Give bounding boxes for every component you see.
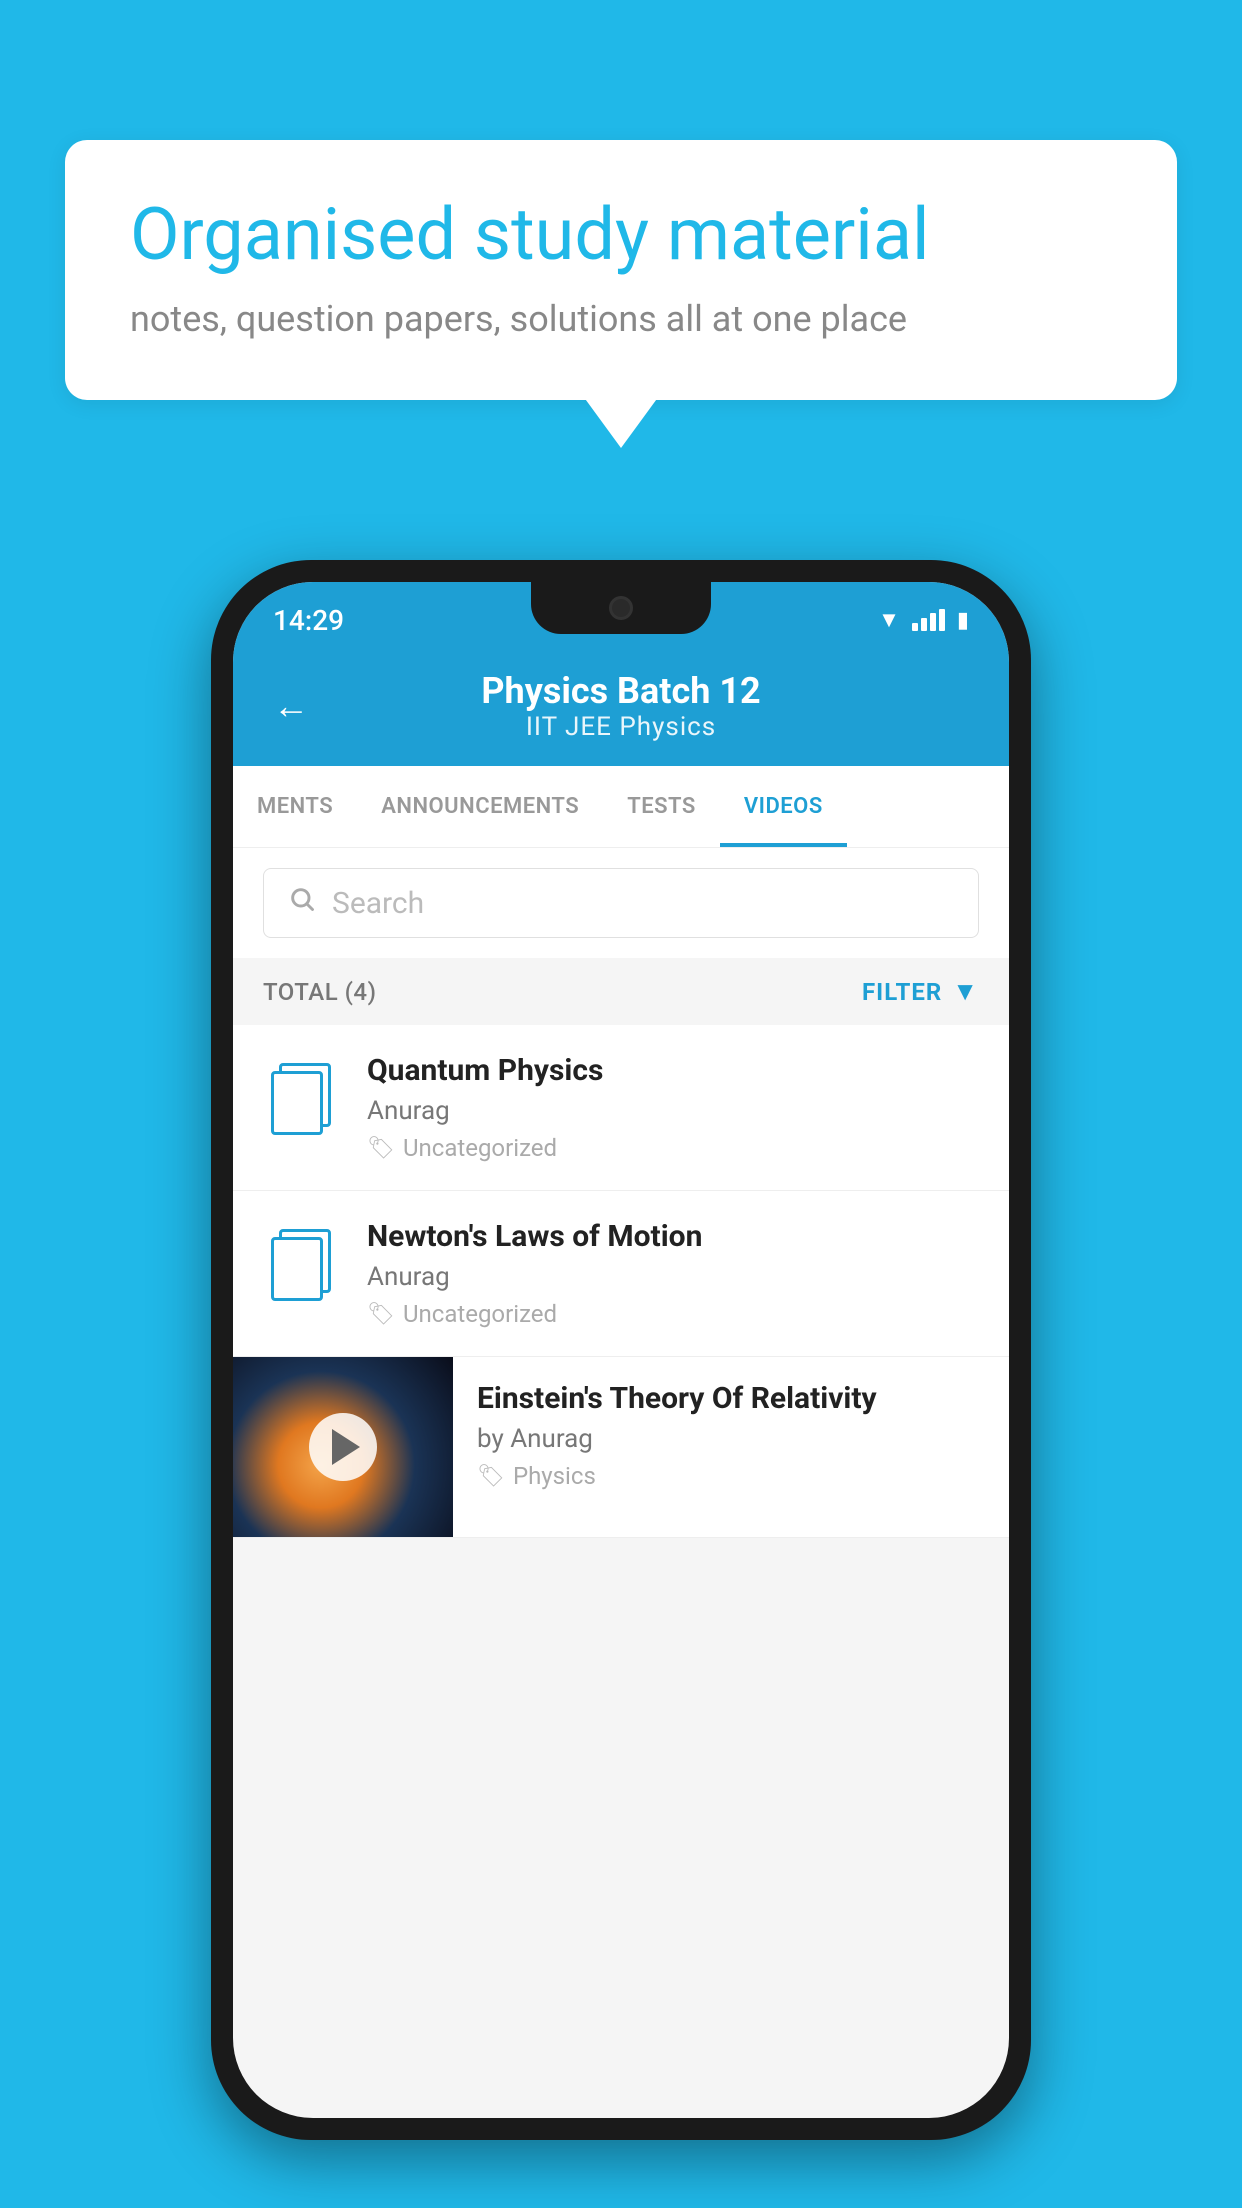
search-placeholder: Search — [332, 886, 424, 921]
content-list: Quantum Physics Anurag 🏷 Uncategorized — [233, 1025, 1009, 1538]
tag-icon: 🏷 — [477, 1464, 505, 1489]
tab-videos[interactable]: VIDEOS — [720, 766, 847, 847]
bubble-title: Organised study material — [130, 195, 1112, 274]
list-item[interactable]: Quantum Physics Anurag 🏷 Uncategorized — [233, 1025, 1009, 1191]
header-title: Physics Batch 12 — [339, 670, 903, 712]
tag-icon: 🏷 — [367, 1136, 395, 1161]
item-title: Newton's Laws of Motion — [367, 1219, 979, 1254]
filter-button[interactable]: FILTER ▼ — [862, 976, 979, 1007]
document-icon — [271, 1229, 335, 1301]
item-icon-wrapper — [263, 1059, 343, 1139]
signal-icon — [912, 609, 945, 631]
phone-screen: 14:29 ▼ ▮ ← — [233, 582, 1009, 2118]
video-list-item[interactable]: Einstein's Theory Of Relativity by Anura… — [233, 1357, 1009, 1538]
speech-bubble: Organised study material notes, question… — [65, 140, 1177, 400]
app-header: ← Physics Batch 12 IIT JEE Physics — [233, 650, 1009, 766]
wifi-icon: ▼ — [878, 607, 900, 633]
filter-bar: TOTAL (4) FILTER ▼ — [233, 958, 1009, 1025]
search-input-wrapper[interactable]: Search — [263, 868, 979, 938]
tag-text: Uncategorized — [403, 1134, 557, 1162]
filter-funnel-icon: ▼ — [952, 976, 979, 1007]
item-content: Quantum Physics Anurag 🏷 Uncategorized — [367, 1053, 979, 1162]
play-button[interactable] — [309, 1413, 377, 1481]
tab-tests[interactable]: TESTS — [603, 766, 720, 847]
item-title: Quantum Physics — [367, 1053, 979, 1088]
total-count: TOTAL (4) — [263, 978, 376, 1006]
doc-page-front — [271, 1071, 323, 1135]
list-item[interactable]: Newton's Laws of Motion Anurag 🏷 Uncateg… — [233, 1191, 1009, 1357]
header-title-block: Physics Batch 12 IIT JEE Physics — [339, 670, 903, 742]
video-item-title: Einstein's Theory Of Relativity — [477, 1381, 985, 1416]
item-icon-wrapper — [263, 1225, 343, 1305]
item-content: Newton's Laws of Motion Anurag 🏷 Uncateg… — [367, 1219, 979, 1328]
header-subtitle: IIT JEE Physics — [339, 712, 903, 742]
tab-ments[interactable]: MENTS — [233, 766, 357, 847]
play-triangle-icon — [332, 1429, 360, 1465]
doc-page-front — [271, 1237, 323, 1301]
tag-text: Uncategorized — [403, 1300, 557, 1328]
front-camera — [609, 596, 633, 620]
video-item-content: Einstein's Theory Of Relativity by Anura… — [453, 1357, 1009, 1514]
phone-outer: 14:29 ▼ ▮ ← — [211, 560, 1031, 2140]
search-container: Search — [233, 848, 1009, 958]
phone-notch — [531, 582, 711, 634]
tab-announcements[interactable]: ANNOUNCEMENTS — [357, 766, 603, 847]
video-tag-text: Physics — [513, 1462, 596, 1490]
search-icon — [288, 885, 316, 921]
video-item-tag: 🏷 Physics — [477, 1462, 985, 1490]
battery-icon: ▮ — [957, 608, 969, 633]
item-author: Anurag — [367, 1096, 979, 1126]
tabs-bar: MENTS ANNOUNCEMENTS TESTS VIDEOS — [233, 766, 1009, 848]
video-item-author: by Anurag — [477, 1424, 985, 1454]
tag-icon: 🏷 — [367, 1302, 395, 1327]
item-tag: 🏷 Uncategorized — [367, 1300, 979, 1328]
video-thumbnail — [233, 1357, 453, 1537]
filter-label: FILTER — [862, 978, 942, 1006]
bubble-subtitle: notes, question papers, solutions all at… — [130, 298, 1112, 340]
item-tag: 🏷 Uncategorized — [367, 1134, 979, 1162]
item-author: Anurag — [367, 1262, 979, 1292]
status-icons: ▼ ▮ — [878, 607, 969, 633]
speech-bubble-container: Organised study material notes, question… — [65, 140, 1177, 400]
back-button[interactable]: ← — [273, 685, 309, 727]
status-time: 14:29 — [273, 604, 344, 637]
phone-mockup: 14:29 ▼ ▮ ← — [211, 560, 1031, 2140]
document-icon — [271, 1063, 335, 1135]
